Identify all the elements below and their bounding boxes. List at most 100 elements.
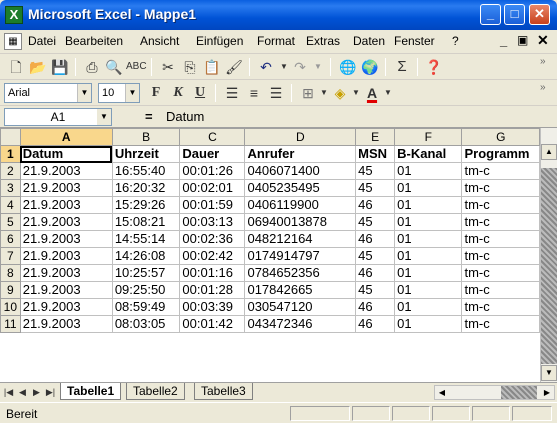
data-cell[interactable]: 21.9.2003 [19, 298, 113, 316]
data-cell[interactable]: 45 [355, 213, 396, 231]
row-header[interactable]: 10 [0, 298, 21, 316]
data-cell[interactable]: 01 [394, 162, 463, 180]
data-cell[interactable]: 01 [394, 281, 463, 299]
column-header[interactable]: F [394, 128, 463, 146]
minimize-button[interactable]: _ [480, 4, 501, 25]
data-cell[interactable]: 10:25:57 [111, 264, 181, 282]
copy-icon[interactable]: ⎘ [180, 57, 200, 77]
data-cell[interactable]: 08:03:05 [111, 315, 181, 333]
data-cell[interactable]: 00:03:13 [179, 213, 246, 231]
data-cell[interactable]: 00:02:36 [179, 230, 246, 248]
chevron-down-icon[interactable]: ▼ [97, 109, 111, 125]
tab-tabelle2[interactable]: Tabelle2 [126, 383, 185, 400]
last-sheet-icon[interactable]: ▶| [44, 385, 57, 399]
tab-tabelle3[interactable]: Tabelle3 [194, 383, 253, 400]
column-header[interactable]: D [244, 128, 357, 146]
data-cell[interactable]: 01 [394, 196, 463, 214]
data-cell[interactable]: 030547120 [244, 298, 357, 316]
align-center-icon[interactable]: ≡ [244, 83, 264, 103]
doc-minimize-button[interactable]: _ [500, 33, 507, 48]
menu-fenster[interactable]: Fenster [394, 34, 435, 48]
font-name-select[interactable]: Arial ▼ [4, 83, 92, 103]
horizontal-scroll-thumb[interactable] [501, 386, 537, 399]
data-cell[interactable]: 00:01:42 [179, 315, 246, 333]
row-header[interactable]: 7 [0, 247, 21, 265]
spellcheck-icon[interactable]: ABC [126, 57, 147, 77]
data-cell[interactable]: 15:29:26 [111, 196, 181, 214]
data-cell[interactable]: 21.9.2003 [19, 281, 113, 299]
data-cell[interactable]: tm-c [461, 281, 540, 299]
maximize-button[interactable]: □ [504, 4, 525, 25]
font-color-dropdown-icon[interactable]: ▼ [378, 83, 398, 103]
header-cell[interactable]: Dauer [179, 145, 246, 163]
print-preview-icon[interactable]: 🔍 [104, 57, 124, 77]
data-cell[interactable]: 46 [355, 230, 396, 248]
data-cell[interactable]: 043472346 [244, 315, 357, 333]
toolbar-overflow-icon[interactable]: » [540, 56, 546, 67]
bold-button[interactable]: F [146, 83, 166, 103]
data-cell[interactable]: 14:55:14 [111, 230, 181, 248]
prev-sheet-icon[interactable]: ◀ [16, 385, 29, 399]
first-sheet-icon[interactable]: |◀ [2, 385, 15, 399]
column-header[interactable]: G [461, 128, 540, 146]
data-cell[interactable]: 45 [355, 281, 396, 299]
data-cell[interactable]: 21.9.2003 [19, 247, 113, 265]
data-cell[interactable]: 01 [394, 179, 463, 197]
new-file-icon[interactable]: 🗋 [6, 57, 26, 77]
cut-icon[interactable]: ✂ [158, 57, 178, 77]
tab-tabelle1[interactable]: Tabelle1 [60, 383, 122, 400]
toolbar-overflow-icon[interactable]: » [540, 82, 546, 93]
row-header[interactable]: 8 [0, 264, 21, 282]
help-assistant-icon[interactable]: ❓ [424, 57, 444, 77]
close-button[interactable]: ✕ [529, 4, 550, 25]
formula-equals-sign[interactable]: = [145, 109, 153, 124]
data-cell[interactable]: 16:20:32 [111, 179, 181, 197]
row-header[interactable]: 4 [0, 196, 21, 214]
doc-restore-button[interactable]: ▣ [517, 33, 528, 47]
autosum-icon[interactable]: Σ [392, 57, 412, 77]
data-cell[interactable]: 15:08:21 [111, 213, 181, 231]
data-cell[interactable]: 017842665 [244, 281, 357, 299]
web-toolbar-icon[interactable]: 🌍 [360, 57, 380, 77]
column-header[interactable]: E [355, 128, 396, 146]
row-header[interactable]: 5 [0, 213, 21, 231]
data-cell[interactable]: 21.9.2003 [19, 230, 113, 248]
data-cell[interactable]: 21.9.2003 [19, 196, 113, 214]
paste-icon[interactable]: 📋 [202, 57, 222, 77]
data-cell[interactable]: 0405235495 [244, 179, 357, 197]
chevron-down-icon[interactable]: ▼ [125, 84, 139, 102]
data-cell[interactable]: 21.9.2003 [19, 264, 113, 282]
data-cell[interactable]: 01 [394, 213, 463, 231]
excel-app-icon[interactable]: X [5, 6, 23, 24]
menu-extras[interactable]: Extras [306, 34, 340, 48]
row-header[interactable]: 9 [0, 281, 21, 299]
data-cell[interactable]: tm-c [461, 315, 540, 333]
row-header[interactable]: 3 [0, 179, 21, 197]
data-cell[interactable]: 21.9.2003 [19, 179, 113, 197]
header-cell[interactable]: Programm [461, 145, 540, 163]
data-cell[interactable]: 01 [394, 264, 463, 282]
data-cell[interactable]: 00:01:59 [179, 196, 246, 214]
data-cell[interactable]: tm-c [461, 213, 540, 231]
data-cell[interactable]: tm-c [461, 179, 540, 197]
horizontal-scrollbar[interactable]: ◀ ▶ [434, 385, 555, 400]
save-icon[interactable]: 💾 [50, 57, 70, 77]
italic-button[interactable]: K [168, 83, 188, 103]
column-header[interactable]: C [179, 128, 246, 146]
data-cell[interactable]: 45 [355, 162, 396, 180]
data-cell[interactable]: 00:01:16 [179, 264, 246, 282]
doc-close-button[interactable]: ✕ [537, 32, 549, 49]
data-cell[interactable]: 01 [394, 230, 463, 248]
underline-button[interactable]: U [190, 83, 210, 103]
name-box[interactable]: A1 ▼ [4, 108, 112, 126]
data-cell[interactable]: 00:01:26 [179, 162, 246, 180]
menu-ansicht[interactable]: Ansicht [140, 34, 179, 48]
data-cell[interactable]: 00:01:28 [179, 281, 246, 299]
data-cell[interactable]: 01 [394, 247, 463, 265]
data-cell[interactable]: 46 [355, 264, 396, 282]
scroll-right-icon[interactable]: ▶ [540, 386, 554, 399]
data-cell[interactable]: tm-c [461, 264, 540, 282]
data-cell[interactable]: 14:26:08 [111, 247, 181, 265]
formula-input[interactable]: Datum [166, 109, 204, 124]
format-painter-icon[interactable]: 🖌 [224, 57, 244, 77]
